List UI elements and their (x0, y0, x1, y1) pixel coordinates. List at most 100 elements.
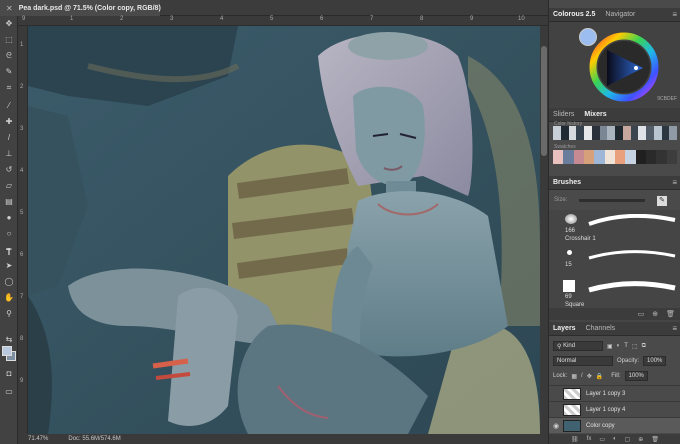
tab-sliders[interactable]: Sliders (553, 111, 574, 118)
filter-type-icon[interactable]: T (624, 343, 628, 349)
tab-layers[interactable]: Layers (553, 325, 576, 332)
fx-icon[interactable]: fx (587, 436, 592, 442)
history-swatch[interactable] (553, 126, 561, 140)
foreground-color-swatch[interactable] (2, 346, 12, 356)
swatch[interactable] (625, 150, 636, 164)
lock-pixels-icon[interactable]: ▦ (571, 373, 577, 380)
layer-row[interactable]: Layer 1 copy 4 (549, 401, 680, 417)
new-folder-icon[interactable]: ▭ (638, 310, 645, 318)
zoom-icon[interactable]: ⚲ (3, 308, 15, 320)
close-icon[interactable]: ✕ (6, 4, 13, 13)
tab-navigator[interactable]: Navigator (605, 11, 635, 18)
swatch[interactable] (645, 150, 657, 164)
marquee-icon[interactable]: ⬚ (3, 34, 15, 46)
color-wheel-area[interactable]: 9CBDEF (549, 22, 680, 108)
history-swatch[interactable] (607, 126, 615, 140)
swatch[interactable] (553, 150, 564, 164)
type-icon[interactable]: T (3, 246, 15, 258)
vertical-scrollbar[interactable] (540, 26, 548, 434)
history-swatch[interactable] (584, 126, 592, 140)
crop-icon[interactable]: ⌗ (3, 82, 15, 94)
brush-item[interactable]: 166 Crosshair 1 (553, 212, 677, 248)
layer-row[interactable]: Layer 1 copy 3 (549, 385, 680, 401)
eye-icon[interactable]: ◉ (549, 422, 563, 430)
swap-colors-icon[interactable]: ⇆ (3, 334, 15, 346)
lock-position-icon[interactable]: ✥ (587, 373, 592, 380)
trash-icon[interactable]: 🗑 (651, 436, 659, 443)
color-history-strip[interactable] (553, 126, 677, 140)
link-layers-icon[interactable]: ⛓ (571, 436, 579, 443)
gradient-icon[interactable]: ▤ (3, 196, 15, 208)
swatch[interactable] (666, 150, 677, 164)
filter-shape-icon[interactable]: ⬚ (632, 343, 638, 350)
dodge-icon[interactable]: ○ (3, 228, 15, 240)
history-swatch[interactable] (591, 126, 600, 140)
history-swatch[interactable] (630, 126, 639, 140)
scrollbar-thumb[interactable] (541, 46, 547, 156)
tab-mixers[interactable]: Mixers (584, 111, 606, 118)
tab-brushes[interactable]: Brushes (553, 179, 581, 186)
history-swatch[interactable] (599, 126, 608, 140)
quick-mask-icon[interactable]: ◘ (3, 368, 15, 380)
zoom-level[interactable]: 71.47% (28, 436, 48, 442)
blur-icon[interactable]: ● (3, 212, 15, 224)
swatch[interactable] (656, 150, 667, 164)
eyedropper-icon[interactable]: ⁄ (3, 100, 15, 112)
tab-channels[interactable]: Channels (586, 325, 616, 332)
quick-select-icon[interactable]: ✎ (3, 66, 15, 78)
filter-adjust-icon[interactable]: ◐ (617, 343, 621, 349)
new-brush-icon[interactable]: ⊕ (652, 310, 658, 318)
delete-icon[interactable]: 🗑 (666, 310, 675, 318)
history-swatch[interactable] (576, 126, 584, 140)
mask-icon[interactable]: ▭ (599, 436, 605, 443)
color-wheel[interactable] (589, 32, 659, 102)
path-select-icon[interactable]: ➤ (3, 260, 15, 272)
lock-all-icon[interactable]: 🔒 (596, 373, 603, 380)
history-swatch[interactable] (622, 126, 631, 140)
group-icon[interactable]: ▢ (625, 436, 631, 443)
history-swatch[interactable] (638, 126, 646, 140)
brush-icon[interactable]: / (3, 132, 15, 144)
swatch[interactable] (573, 150, 584, 164)
history-swatch[interactable] (615, 126, 623, 140)
layer-row-active[interactable]: ◉ Color copy (549, 417, 680, 433)
swatch[interactable] (614, 150, 626, 164)
healing-icon[interactable]: ✚ (3, 116, 15, 128)
swatches-strip[interactable] (553, 150, 677, 164)
lock-paint-icon[interactable]: / (581, 373, 583, 379)
history-swatch[interactable] (560, 126, 569, 140)
move-icon[interactable]: ✥ (3, 18, 15, 30)
history-brush-icon[interactable]: ↺ (3, 164, 15, 176)
lasso-icon[interactable]: ᘓ (3, 50, 15, 62)
opacity-value[interactable]: 100% (643, 356, 667, 366)
filter-smart-icon[interactable]: ⧉ (642, 343, 646, 350)
kind-filter[interactable]: ⚲ Kind (553, 341, 603, 351)
tab-colorous[interactable]: Colorous 2.5 (553, 11, 595, 18)
swatch[interactable] (604, 150, 615, 164)
ellipse-icon[interactable]: ◯ (3, 276, 15, 288)
adjustment-icon[interactable]: ◐ (613, 436, 617, 442)
hand-icon[interactable]: ✋ (3, 292, 15, 304)
eraser-icon[interactable]: ▱ (3, 180, 15, 192)
swatch[interactable] (594, 150, 605, 164)
brush-size-slider[interactable] (579, 199, 645, 202)
swatch[interactable] (635, 150, 646, 164)
screen-mode-icon[interactable]: ▭ (3, 386, 15, 398)
history-swatch[interactable] (669, 126, 677, 140)
canvas[interactable] (28, 26, 540, 434)
filter-pixel-icon[interactable]: ▣ (607, 343, 613, 350)
brush-settings-icon[interactable]: ✎ (657, 196, 667, 206)
history-swatch[interactable] (653, 126, 662, 140)
document-tab[interactable]: ✕ Pea dark.psd @ 71.5% (Color copy, RGB/… (0, 0, 161, 16)
history-swatch[interactable] (646, 126, 654, 140)
history-swatch[interactable] (661, 126, 670, 140)
panel-menu-icon[interactable]: ≡ (672, 324, 677, 333)
panel-menu-icon[interactable]: ≡ (672, 178, 677, 187)
brush-item[interactable]: 15 (553, 248, 677, 284)
swatch[interactable] (583, 150, 595, 164)
blend-mode-select[interactable]: Normal (553, 356, 613, 366)
history-swatch[interactable] (568, 126, 577, 140)
fill-value[interactable]: 100% (624, 371, 648, 381)
new-layer-icon[interactable]: ⊕ (638, 436, 643, 443)
panel-menu-icon[interactable]: ≡ (672, 10, 677, 19)
